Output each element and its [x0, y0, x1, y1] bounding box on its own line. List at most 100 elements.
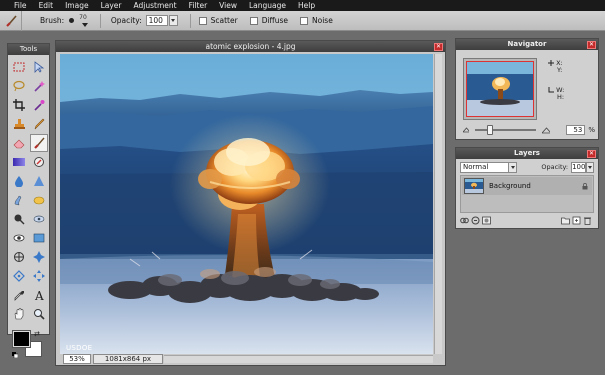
menu-file[interactable]: File: [8, 0, 33, 11]
blur-icon[interactable]: [10, 172, 28, 190]
menu-bar: File Edit Image Layer Adjustment Filter …: [0, 0, 605, 11]
shape-icon[interactable]: [30, 229, 48, 247]
bloat-icon[interactable]: [30, 248, 48, 266]
sponge-icon[interactable]: [30, 191, 48, 209]
lasso-icon[interactable]: [10, 77, 28, 95]
color-swatches: ⇄: [8, 329, 49, 369]
menu-filter[interactable]: Filter: [183, 0, 214, 11]
diffuse-checkbox[interactable]: [249, 16, 258, 25]
opacity-input[interactable]: 100: [145, 15, 168, 26]
close-document-icon[interactable]: ✕: [434, 42, 443, 51]
zoom-slider-knob[interactable]: [486, 125, 493, 135]
layer-opacity-input[interactable]: 100: [571, 161, 587, 173]
pinch-icon[interactable]: [10, 267, 28, 285]
menu-view[interactable]: View: [213, 0, 243, 11]
document-title-text: atomic explosion - 4.jpg: [205, 42, 296, 51]
layer-opacity-dropdown[interactable]: [586, 161, 594, 173]
navigator-thumbnail[interactable]: [466, 61, 534, 117]
new-folder-icon[interactable]: [561, 216, 570, 225]
zoom-in-icon[interactable]: [542, 126, 550, 134]
tools-panel: Tools A ⇄: [7, 43, 50, 359]
color-replace-icon[interactable]: [30, 153, 48, 171]
watermark-text: USDOE: [66, 344, 93, 352]
noise-checkbox[interactable]: [300, 16, 309, 25]
diffuse-label: Diffuse: [261, 16, 289, 25]
blend-mode-value: Normal: [463, 162, 489, 171]
delete-layer-icon[interactable]: [583, 216, 592, 225]
navigator-panel: Navigator ✕ X: Y: W: H: 53 %: [455, 38, 599, 140]
layers-list: Background: [460, 175, 594, 213]
pencil-icon[interactable]: [30, 115, 48, 133]
zoom-level-field[interactable]: 53%: [63, 354, 91, 364]
h-label: H:: [557, 93, 565, 101]
blend-mode-dropdown-icon[interactable]: [508, 162, 517, 172]
eraser-icon[interactable]: [10, 134, 28, 152]
layer-options-row: Normal Opacity: 100: [460, 161, 594, 173]
vertical-scrollbar[interactable]: [434, 54, 442, 354]
menu-language[interactable]: Language: [243, 0, 292, 11]
foreground-color-swatch[interactable]: [12, 330, 31, 348]
status-bar: 53% 1081x864 px: [60, 354, 433, 364]
opacity-label: Opacity:: [110, 16, 142, 25]
image-dimensions: 1081x864 px: [93, 354, 163, 364]
image-canvas[interactable]: USDOE: [60, 54, 433, 354]
move-icon[interactable]: [30, 58, 48, 76]
layers-footer: [460, 215, 594, 226]
close-layers-icon[interactable]: ✕: [587, 149, 596, 158]
zoom-out-icon[interactable]: [463, 127, 469, 133]
menu-adjustment[interactable]: Adjustment: [128, 0, 183, 11]
hand-icon[interactable]: [10, 305, 28, 323]
current-tool-brush-icon: [0, 10, 22, 31]
navigator-thumbnail-frame: [463, 58, 537, 120]
layers-title-text: Layers: [514, 149, 540, 157]
layer-row[interactable]: Background: [462, 177, 592, 195]
navigator-zoom-row: 53 %: [463, 124, 595, 136]
menu-edit[interactable]: Edit: [33, 0, 60, 11]
magic-wand-icon[interactable]: [30, 77, 48, 95]
opacity-dropdown[interactable]: [168, 15, 178, 26]
blend-mode-select[interactable]: Normal: [460, 161, 518, 173]
swap-colors-icon[interactable]: ⇄: [34, 330, 40, 338]
close-navigator-icon[interactable]: ✕: [587, 40, 596, 49]
red-eye-icon[interactable]: [10, 229, 28, 247]
brush-icon[interactable]: [29, 134, 48, 152]
spot-heal-icon[interactable]: [10, 248, 28, 266]
layer-thumbnail: [464, 178, 484, 194]
smudge-icon[interactable]: [10, 191, 28, 209]
rect-marquee-icon[interactable]: [10, 58, 28, 76]
navigator-title-text: Navigator: [507, 40, 547, 48]
layers-panel: Layers ✕ Normal Opacity: 100 Background: [455, 147, 599, 229]
layer-mask-icon[interactable]: [482, 216, 491, 225]
document-window: atomic explosion - 4.jpg ✕ USDOE 53% 108…: [55, 40, 446, 366]
zoom-percent-sign: %: [588, 126, 595, 134]
layers-title: Layers ✕: [456, 148, 598, 159]
new-layer-icon[interactable]: [572, 216, 581, 225]
scatter-label: Scatter: [210, 16, 238, 25]
horizontal-scrollbar[interactable]: [164, 355, 433, 363]
dodge-icon[interactable]: [10, 210, 28, 228]
zoom-icon[interactable]: [30, 305, 48, 323]
brush-dropdown-icon[interactable]: [81, 22, 88, 27]
navigator-zoom-input[interactable]: 53: [566, 125, 586, 135]
burn-icon[interactable]: [30, 210, 48, 228]
zoom-slider[interactable]: [474, 125, 537, 135]
gradient-icon[interactable]: [10, 153, 28, 171]
type-icon[interactable]: A: [30, 286, 48, 304]
link-layers-icon[interactable]: [460, 216, 469, 225]
brush-preview-icon[interactable]: [69, 18, 75, 23]
scatter-checkbox[interactable]: [198, 16, 207, 25]
reset-colors-icon[interactable]: [12, 351, 19, 359]
navigator-title: Navigator ✕: [456, 39, 598, 50]
clone-stamp-icon[interactable]: [10, 115, 28, 133]
menu-help[interactable]: Help: [292, 0, 321, 11]
magic-wand-alt-icon[interactable]: [30, 96, 48, 114]
y-label: Y:: [557, 66, 563, 74]
layer-styles-icon[interactable]: [471, 216, 480, 225]
menu-layer[interactable]: Layer: [95, 0, 128, 11]
pan-icon[interactable]: [30, 267, 48, 285]
crop-icon[interactable]: [10, 96, 28, 114]
eyedropper-icon[interactable]: [10, 286, 28, 304]
sharpen-icon[interactable]: [30, 172, 48, 190]
menu-image[interactable]: Image: [59, 0, 95, 11]
document-title: atomic explosion - 4.jpg ✕: [56, 41, 445, 52]
